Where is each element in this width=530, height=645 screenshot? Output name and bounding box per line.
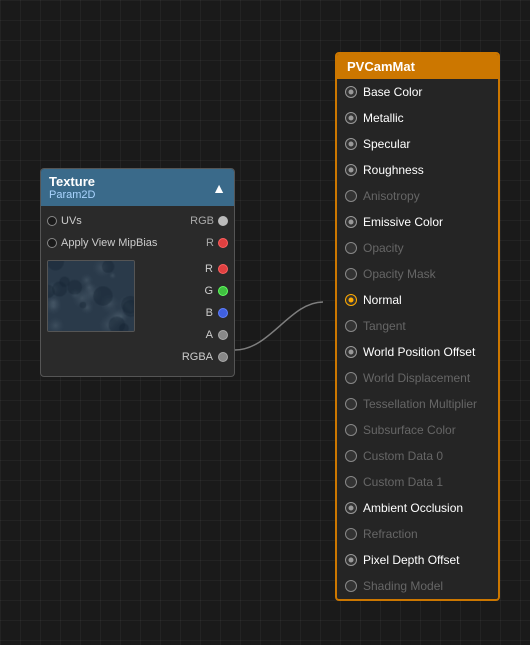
g-pin bbox=[218, 286, 228, 296]
uvs-output-pin bbox=[218, 216, 228, 226]
tangent-row[interactable]: Tangent bbox=[337, 313, 498, 339]
custom-data1-label: Custom Data 1 bbox=[363, 475, 443, 489]
texture-preview bbox=[47, 260, 135, 332]
r-pin bbox=[218, 264, 228, 274]
tessellation-row[interactable]: Tessellation Multiplier bbox=[337, 391, 498, 417]
uvs-row: UVs RGB bbox=[41, 210, 234, 232]
texture-node-title: Texture bbox=[49, 174, 95, 189]
world-displacement-row[interactable]: World Displacement bbox=[337, 365, 498, 391]
output-pins: R G B A RGBA bbox=[141, 256, 234, 368]
metallic-label: Metallic bbox=[363, 111, 404, 125]
opacity-row[interactable]: Opacity bbox=[337, 235, 498, 261]
tessellation-pin bbox=[345, 398, 357, 410]
a-label: A bbox=[206, 329, 213, 341]
texture-node: Texture Param2D ▲ UVs RGB Apply View Mip… bbox=[40, 168, 235, 377]
custom-data1-pin bbox=[345, 476, 357, 488]
a-output: A bbox=[141, 324, 234, 346]
normal-label: Normal bbox=[363, 293, 402, 307]
material-node-header: PVCamMat bbox=[337, 54, 498, 79]
anisotropy-pin bbox=[345, 190, 357, 202]
b-output: B bbox=[141, 302, 234, 324]
tessellation-label: Tessellation Multiplier bbox=[363, 397, 477, 411]
custom-data0-label: Custom Data 0 bbox=[363, 449, 443, 463]
roughness-row[interactable]: Roughness bbox=[337, 157, 498, 183]
metallic-row[interactable]: Metallic bbox=[337, 105, 498, 131]
texture-canvas bbox=[48, 261, 134, 331]
world-displacement-label: World Displacement bbox=[363, 371, 470, 385]
emissive-row[interactable]: Emissive Color bbox=[337, 209, 498, 235]
roughness-pin bbox=[345, 164, 357, 176]
g-output: G bbox=[141, 280, 234, 302]
custom-data0-pin bbox=[345, 450, 357, 462]
custom-data0-row[interactable]: Custom Data 0 bbox=[337, 443, 498, 469]
metallic-pin bbox=[345, 112, 357, 124]
rgba-pin bbox=[218, 352, 228, 362]
uvs-input-pin bbox=[47, 216, 57, 226]
a-pin bbox=[218, 330, 228, 340]
mipbias-row: Apply View MipBias R bbox=[41, 232, 234, 254]
opacity-mask-row[interactable]: Opacity Mask bbox=[337, 261, 498, 287]
ambient-occlusion-label: Ambient Occlusion bbox=[363, 501, 463, 515]
texture-node-body: UVs RGB Apply View MipBias R bbox=[41, 206, 234, 376]
refraction-pin bbox=[345, 528, 357, 540]
b-pin bbox=[218, 308, 228, 318]
opacity-label: Opacity bbox=[363, 241, 404, 255]
opacity-pin bbox=[345, 242, 357, 254]
world-position-offset-label: World Position Offset bbox=[363, 345, 475, 359]
b-label: B bbox=[206, 307, 213, 319]
mipbias-output-pin bbox=[218, 238, 228, 248]
r-output: R bbox=[141, 258, 234, 280]
rgba-label: RGBA bbox=[182, 351, 213, 363]
pixel-depth-offset-label: Pixel Depth Offset bbox=[363, 553, 460, 567]
pixel-depth-offset-row[interactable]: Pixel Depth Offset bbox=[337, 547, 498, 573]
subsurface-pin bbox=[345, 424, 357, 436]
custom-data1-row[interactable]: Custom Data 1 bbox=[337, 469, 498, 495]
mipbias-input-pin bbox=[47, 238, 57, 248]
shading-model-label: Shading Model bbox=[363, 579, 443, 593]
material-node: PVCamMat Base Color Metallic Specular Ro… bbox=[335, 52, 500, 601]
subsurface-row[interactable]: Subsurface Color bbox=[337, 417, 498, 443]
normal-row[interactable]: Normal bbox=[337, 287, 498, 313]
tangent-label: Tangent bbox=[363, 319, 406, 333]
world-position-offset-pin bbox=[345, 346, 357, 358]
collapse-icon[interactable]: ▲ bbox=[212, 180, 226, 196]
ambient-occlusion-row[interactable]: Ambient Occlusion bbox=[337, 495, 498, 521]
refraction-row[interactable]: Refraction bbox=[337, 521, 498, 547]
roughness-label: Roughness bbox=[363, 163, 424, 177]
ambient-occlusion-pin bbox=[345, 502, 357, 514]
world-position-offset-row[interactable]: World Position Offset bbox=[337, 339, 498, 365]
base-color-label: Base Color bbox=[363, 85, 422, 99]
specular-label: Specular bbox=[363, 137, 410, 151]
anisotropy-label: Anisotropy bbox=[363, 189, 420, 203]
tangent-pin bbox=[345, 320, 357, 332]
shading-model-row[interactable]: Shading Model bbox=[337, 573, 498, 599]
texture-preview-section: R G B A RGBA bbox=[41, 254, 234, 372]
opacity-mask-label: Opacity Mask bbox=[363, 267, 436, 281]
mipbias-label: Apply View MipBias bbox=[61, 237, 157, 249]
uvs-label: UVs bbox=[61, 215, 82, 227]
texture-node-header: Texture Param2D ▲ bbox=[41, 169, 234, 206]
base-color-pin bbox=[345, 86, 357, 98]
r-label: R bbox=[205, 263, 213, 275]
specular-pin bbox=[345, 138, 357, 150]
normal-pin bbox=[345, 294, 357, 306]
mipbias-type: R bbox=[206, 237, 214, 249]
world-displacement-pin bbox=[345, 372, 357, 384]
uvs-type: RGB bbox=[190, 215, 214, 227]
base-color-row[interactable]: Base Color bbox=[337, 79, 498, 105]
refraction-label: Refraction bbox=[363, 527, 418, 541]
rgba-output: RGBA bbox=[141, 346, 234, 368]
texture-node-subtitle: Param2D bbox=[49, 189, 95, 201]
pixel-depth-offset-pin bbox=[345, 554, 357, 566]
material-node-title: PVCamMat bbox=[347, 59, 415, 74]
g-label: G bbox=[204, 285, 213, 297]
emissive-label: Emissive Color bbox=[363, 215, 443, 229]
subsurface-label: Subsurface Color bbox=[363, 423, 456, 437]
specular-row[interactable]: Specular bbox=[337, 131, 498, 157]
emissive-pin bbox=[345, 216, 357, 228]
shading-model-pin bbox=[345, 580, 357, 592]
anisotropy-row[interactable]: Anisotropy bbox=[337, 183, 498, 209]
opacity-mask-pin bbox=[345, 268, 357, 280]
